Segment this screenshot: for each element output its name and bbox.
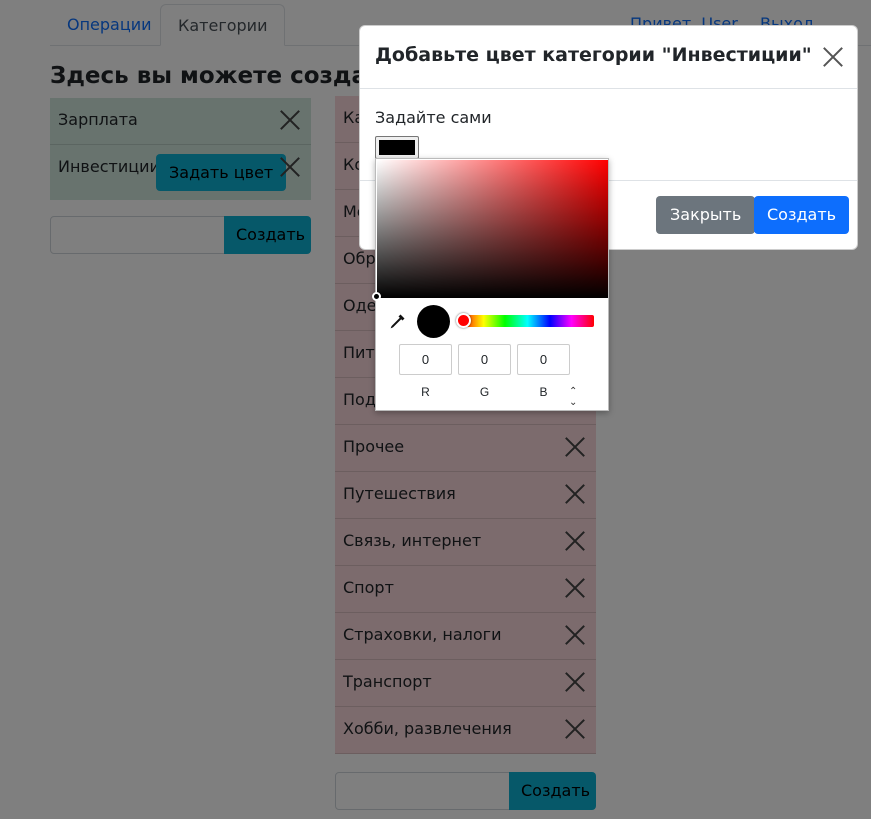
blue-label: B [539, 385, 548, 399]
close-button[interactable]: Закрыть [656, 196, 756, 234]
color-input[interactable] [375, 136, 419, 159]
hue-slider-handle[interactable] [456, 313, 471, 328]
close-icon[interactable] [823, 47, 843, 67]
modal-title: Добавьте цвет категории "Инвестиции" [375, 44, 812, 66]
blue-input[interactable]: 0 [517, 344, 570, 375]
color-swatch-fill [379, 140, 415, 155]
green-input[interactable]: 0 [458, 344, 511, 375]
red-input[interactable]: 0 [399, 344, 452, 375]
color-field-label: Задайте сами [375, 108, 492, 127]
saturation-value-handle[interactable] [372, 292, 381, 301]
saturation-value-area[interactable] [377, 160, 608, 298]
red-label: R [421, 385, 430, 399]
color-preview [417, 305, 450, 338]
modal-header-divider [360, 88, 857, 89]
eyedropper-icon[interactable] [388, 313, 406, 331]
green-label: G [479, 385, 490, 399]
color-picker-popup: 0 0 0 R G B ⌃ ⌄ [372, 158, 609, 411]
up-down-chevron-icon[interactable]: ⌃ ⌄ [569, 386, 577, 408]
create-button[interactable]: Создать [754, 196, 850, 234]
hue-slider[interactable] [461, 315, 594, 327]
